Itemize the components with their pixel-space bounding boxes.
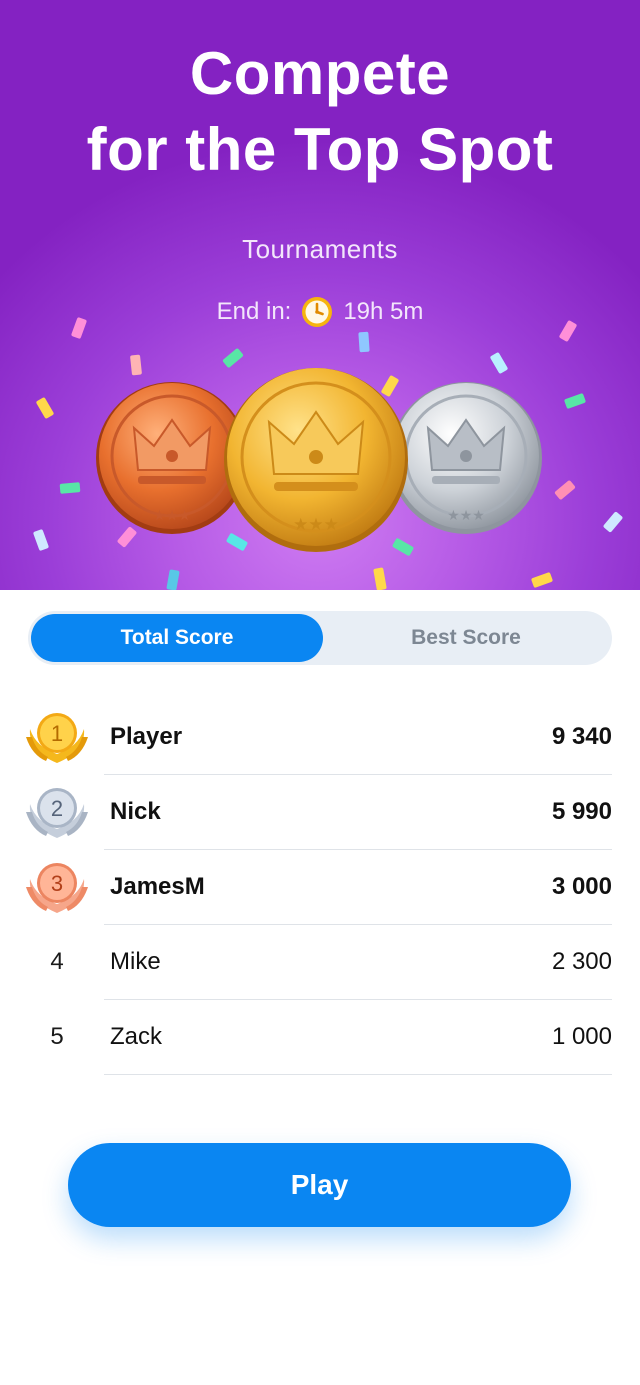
player-name: JamesM (110, 873, 205, 900)
tab-best-score[interactable]: Best Score (323, 614, 609, 662)
gold-medal-icon: 1 (24, 707, 90, 767)
tournament-timer: End in: 19h 5m (0, 296, 640, 328)
svg-text:★★★: ★★★ (293, 515, 339, 534)
player-name: Mike (110, 948, 161, 975)
hero-banner: Compete for the Top Spot Tournaments End… (0, 0, 640, 590)
leaderboard-row[interactable]: 5 Zack 1 000 (0, 1000, 640, 1075)
medal-coins: ★★★ ★★★ ★★★ (96, 368, 542, 552)
laurel-badge-silver: 2 (26, 788, 88, 838)
play-button[interactable]: Play (68, 1143, 571, 1227)
leaderboard-row[interactable]: 3 JamesM 3 000 (0, 850, 640, 925)
gold-crown-coin: ★★★ (224, 368, 408, 552)
svg-text:★★★: ★★★ (447, 507, 485, 523)
player-score: 2 300 (551, 948, 612, 975)
row-divider (104, 1074, 612, 1075)
player-score: 9 340 (551, 723, 612, 750)
player-name: Nick (110, 798, 161, 825)
confetti-piece (358, 331, 370, 353)
confetti-piece (166, 569, 180, 590)
rank-number: 1 (51, 721, 63, 746)
laurel-badge-bronze: 3 (26, 863, 88, 913)
bronze-medal-icon: 3 (24, 857, 90, 917)
confetti-piece (530, 571, 554, 589)
confetti-piece (373, 567, 387, 590)
tournaments-label: Tournaments (242, 234, 398, 264)
player-score: 5 990 (551, 798, 612, 825)
timer-label: End in: (216, 298, 292, 325)
silver-crown-coin: ★★★ (390, 382, 542, 534)
timer-value: 19h 5m (343, 298, 424, 325)
hero-title-line-2: for the Top Spot (86, 116, 554, 183)
hero-title-line-1: Compete (189, 40, 451, 107)
leaderboard-row[interactable]: 2 Nick 5 990 (0, 775, 640, 850)
hero-title: Compete for the Top Spot (0, 36, 640, 188)
tab-total-score[interactable]: Total Score (31, 614, 323, 662)
rank-number: 3 (51, 871, 63, 896)
score-type-toggle: Total Score Best Score (28, 611, 612, 665)
player-score: 1 000 (551, 1023, 612, 1050)
clock-icon (302, 297, 333, 327)
player-score: 3 000 (551, 873, 612, 900)
player-name: Zack (110, 1023, 163, 1050)
leaderboard-row[interactable]: 4 Mike 2 300 (0, 925, 640, 1000)
leaderboard-row[interactable]: 1 Player 9 340 (0, 700, 640, 775)
player-name: Player (110, 723, 183, 750)
rank-number: 5 (50, 1023, 64, 1050)
svg-text:★★★: ★★★ (153, 507, 191, 523)
rank-number: 2 (51, 796, 63, 821)
laurel-badge-gold: 1 (26, 713, 88, 763)
rank-number: 4 (50, 948, 64, 975)
silver-medal-icon: 2 (24, 782, 90, 842)
